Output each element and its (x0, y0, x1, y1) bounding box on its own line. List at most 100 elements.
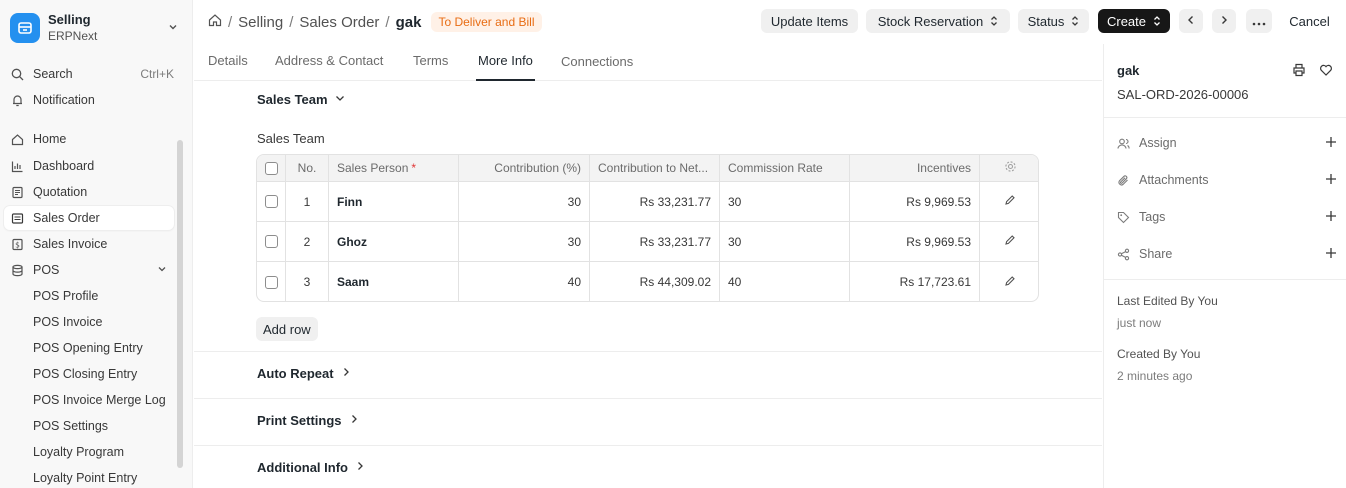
row-sales-person[interactable]: Finn (329, 182, 459, 221)
update-items-label: Update Items (770, 13, 849, 29)
row-select-cell (257, 182, 286, 221)
sidebar-item-dashboard[interactable]: Dashboard (4, 154, 174, 178)
tab-more-info[interactable]: More Info (478, 53, 533, 68)
table-row[interactable]: 2 Ghoz 30 Rs 33,231.77 30 Rs 9,969.53 (257, 222, 1038, 262)
sidebar-item-pos-settings[interactable]: POS Settings (4, 414, 174, 438)
row-incentives[interactable]: Rs 17,723.61 (850, 262, 980, 301)
sidebar-item-sales-invoice[interactable]: $ Sales Invoice (4, 232, 174, 256)
chevron-updown-icon (1071, 15, 1079, 27)
update-items-button[interactable]: Update Items (761, 9, 858, 33)
app-switcher[interactable]: Selling ERPNext (8, 8, 185, 48)
column-header-no: No. (286, 155, 329, 181)
last-edited-time: just now (1117, 316, 1162, 330)
status-button[interactable]: Status (1018, 9, 1089, 33)
section-print-settings-header[interactable]: Print Settings (257, 413, 360, 428)
column-header-contribution-net: Contribution to Net... (590, 155, 720, 181)
sidebar-scrollbar[interactable] (177, 140, 183, 468)
tags-row[interactable]: Tags (1117, 207, 1337, 227)
tab-address-contact[interactable]: Address & Contact (275, 53, 383, 68)
row-contribution-net[interactable]: Rs 33,231.77 (590, 182, 720, 221)
table-row[interactable]: 3 Saam 40 Rs 44,309.02 40 Rs 17,723.61 (257, 262, 1038, 301)
heart-icon[interactable] (1319, 63, 1333, 80)
attachments-row[interactable]: Attachments (1117, 170, 1337, 190)
row-commission-rate[interactable]: 40 (720, 262, 850, 301)
sidebar-item-loyalty-program[interactable]: Loyalty Program (4, 440, 174, 464)
home-icon[interactable] (208, 13, 222, 31)
row-sales-person[interactable]: Saam (329, 262, 459, 301)
notification-label: Notification (33, 93, 95, 107)
notification-button[interactable]: Notification (4, 88, 174, 112)
sidebar-item-label: Quotation (33, 185, 88, 199)
section-additional-info-header[interactable]: Additional Info (257, 460, 366, 475)
printer-icon[interactable] (1292, 63, 1306, 80)
row-contribution-net[interactable]: Rs 44,309.02 (590, 262, 720, 301)
plus-icon[interactable] (1325, 247, 1337, 262)
assign-row[interactable]: Assign (1117, 133, 1337, 153)
sidebar-item-label: POS (33, 263, 60, 277)
row-commission-rate[interactable]: 30 (720, 222, 850, 261)
breadcrumb-selling[interactable]: Selling (238, 14, 283, 31)
sidebar-item-pos-invoice[interactable]: POS Invoice (4, 310, 174, 334)
sidebar-item-sales-order[interactable]: Sales Order (4, 206, 174, 230)
breadcrumb-sales-order[interactable]: Sales Order (299, 14, 379, 31)
status-label: Status (1027, 13, 1065, 29)
svg-text:$: $ (15, 240, 20, 249)
row-checkbox[interactable] (264, 235, 278, 248)
tab-details[interactable]: Details (208, 53, 248, 68)
row-contribution[interactable]: 40 (459, 262, 590, 301)
sidebar-item-pos-opening-entry[interactable]: POS Opening Entry (4, 336, 174, 360)
row-contribution[interactable]: 30 (459, 182, 590, 221)
doc-name: SAL-ORD-2026-00006 (1117, 87, 1249, 102)
row-edit-cell (980, 182, 1038, 221)
plus-icon[interactable] (1325, 173, 1337, 188)
pencil-icon[interactable] (1004, 234, 1016, 249)
create-button[interactable]: Create (1098, 9, 1170, 33)
plus-icon[interactable] (1325, 210, 1337, 225)
add-row-button[interactable]: Add row (256, 317, 318, 341)
gear-icon[interactable] (1004, 160, 1017, 176)
previous-button[interactable] (1179, 9, 1203, 33)
created-time: 2 minutes ago (1117, 369, 1193, 383)
row-checkbox[interactable] (264, 275, 278, 289)
sidebar-item-pos-profile[interactable]: POS Profile (4, 284, 174, 308)
section-divider (194, 351, 1102, 352)
select-all-checkbox[interactable] (264, 161, 278, 175)
pencil-icon[interactable] (1004, 194, 1016, 209)
sidebar-item-quotation[interactable]: Quotation (4, 180, 174, 204)
row-contribution-net[interactable]: Rs 33,231.77 (590, 222, 720, 261)
plus-icon[interactable] (1325, 136, 1337, 151)
stock-reservation-button[interactable]: Stock Reservation (866, 9, 1010, 33)
cancel-button[interactable]: Cancel (1280, 9, 1339, 33)
breadcrumb-separator: / (228, 13, 233, 31)
row-contribution[interactable]: 30 (459, 222, 590, 261)
next-button[interactable] (1212, 9, 1236, 33)
section-sales-team-header[interactable]: Sales Team (257, 92, 346, 107)
share-row[interactable]: Share (1117, 244, 1337, 264)
tab-connections[interactable]: Connections (561, 54, 633, 69)
sidebar: Selling ERPNext Search Ctrl+K Notificati… (0, 0, 193, 488)
section-auto-repeat-header[interactable]: Auto Repeat (257, 366, 352, 381)
sidebar-item-pos-invoice-merge-log[interactable]: POS Invoice Merge Log (4, 388, 174, 412)
row-checkbox[interactable] (264, 195, 278, 208)
sidebar-item-pos-closing-entry[interactable]: POS Closing Entry (4, 362, 174, 386)
sidebar-item-loyalty-point-entry[interactable]: Loyalty Point Entry (4, 466, 174, 488)
section-divider (194, 445, 1102, 446)
sales-team-field-label: Sales Team (257, 131, 325, 146)
row-commission-rate[interactable]: 30 (720, 182, 850, 221)
database-icon (10, 263, 24, 277)
row-incentives[interactable]: Rs 9,969.53 (850, 222, 980, 261)
more-actions-button[interactable] (1246, 9, 1272, 33)
table-row[interactable]: 1 Finn 30 Rs 33,231.77 30 Rs 9,969.53 (257, 182, 1038, 222)
tag-icon (1117, 211, 1131, 224)
column-header-incentives: Incentives (850, 155, 980, 181)
pencil-icon[interactable] (1004, 275, 1016, 290)
row-sales-person[interactable]: Ghoz (329, 222, 459, 261)
tab-terms[interactable]: Terms (413, 53, 448, 68)
row-incentives[interactable]: Rs 9,969.53 (850, 182, 980, 221)
search-button[interactable]: Search Ctrl+K (4, 62, 174, 86)
sidebar-item-home[interactable]: Home (4, 127, 174, 151)
section-divider (194, 398, 1102, 399)
tags-label: Tags (1139, 210, 1166, 224)
sidebar-item-pos[interactable]: POS (4, 258, 174, 282)
chevron-left-icon (1186, 14, 1196, 29)
